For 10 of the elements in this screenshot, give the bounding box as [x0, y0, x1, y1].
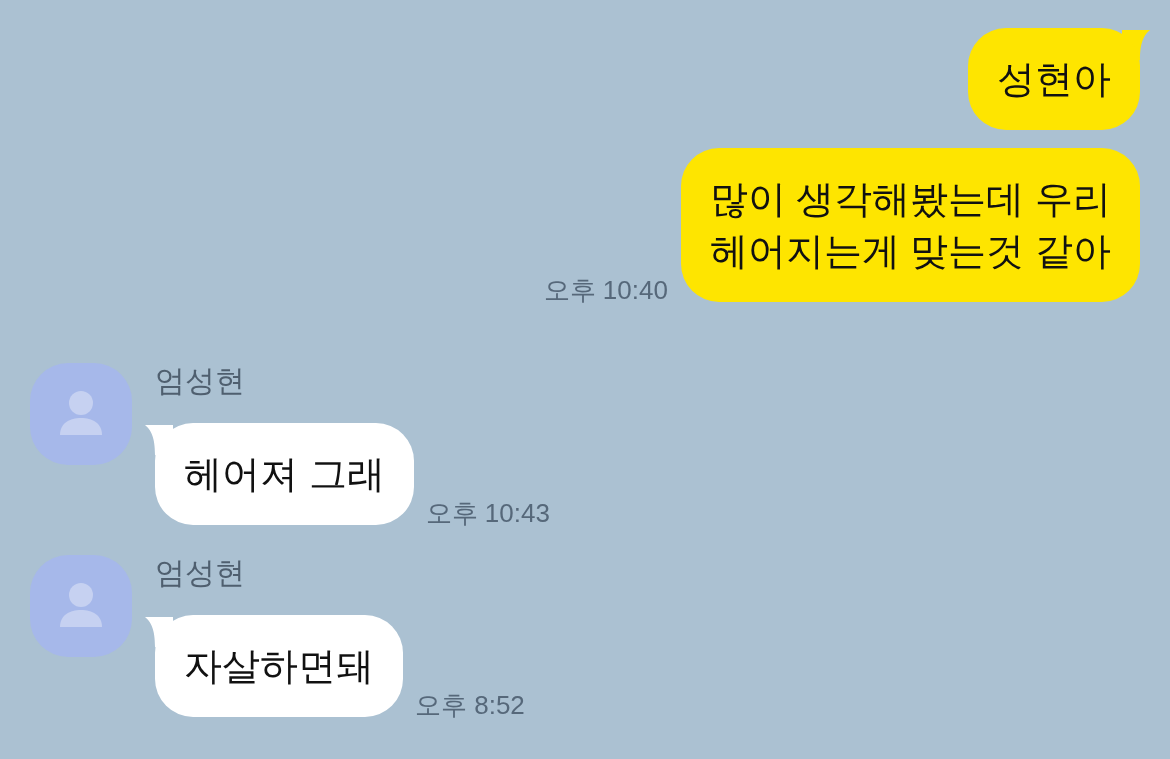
message-bubble: 헤어져 그래: [155, 423, 414, 525]
sender-name: 엄성현: [155, 555, 245, 591]
sender-name: 엄성현: [155, 363, 245, 399]
avatar-icon: [30, 555, 132, 657]
message-time: 오후 8:52: [415, 689, 525, 721]
message-time: 오후 10:40: [543, 274, 668, 306]
message-time: 오후 10:43: [425, 497, 550, 529]
message-bubble: 많이 생각해봤는데 우리 헤어지는게 맞는것 같아: [680, 148, 1140, 302]
avatar-icon: [30, 363, 132, 465]
message-bubble: 자살하면돼: [155, 615, 403, 717]
